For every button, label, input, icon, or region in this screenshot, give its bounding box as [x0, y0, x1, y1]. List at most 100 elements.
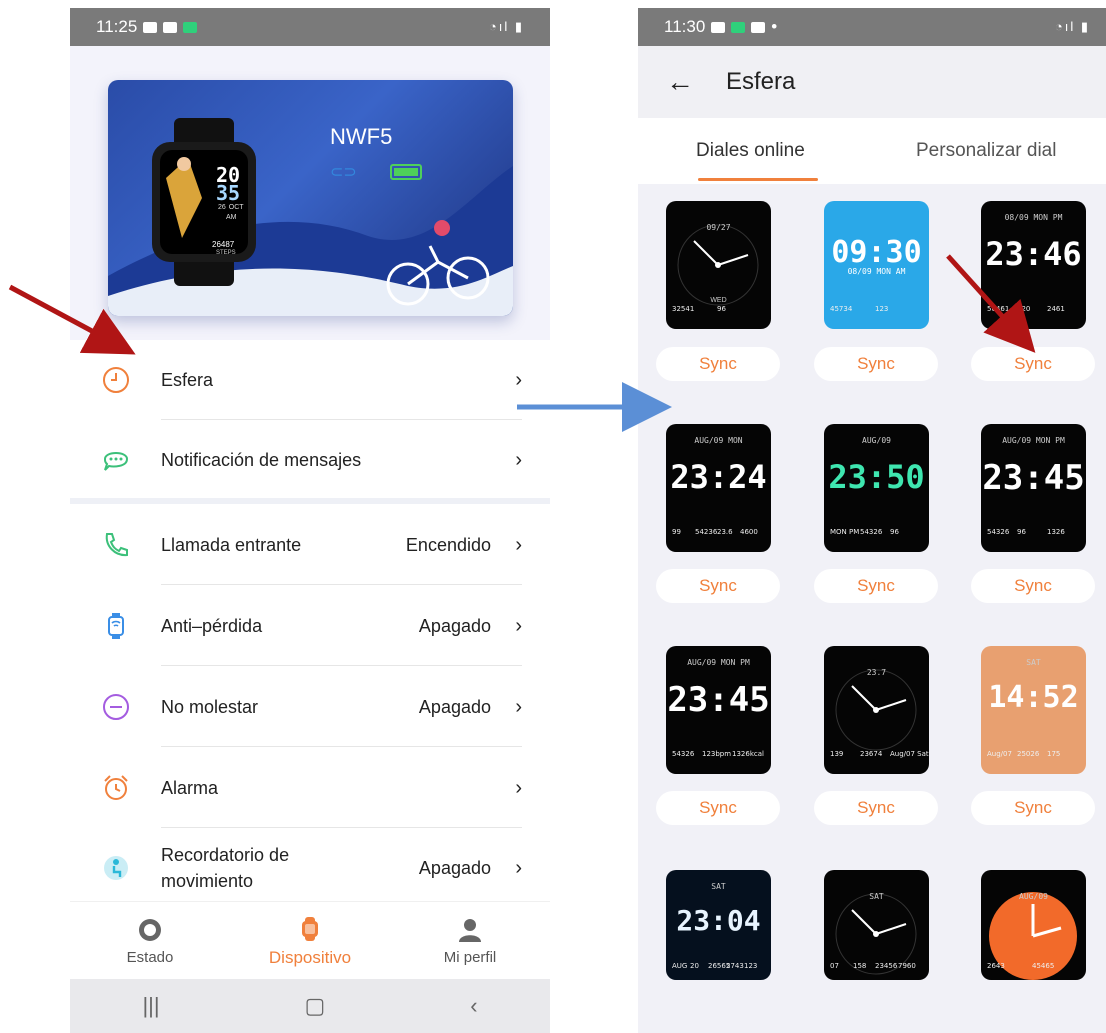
watch-face-preview[interactable]: 23:45 AUG/09 MON PM 54326 123bpm 1326kcal — [666, 646, 771, 774]
dial-stat: 123bpm — [702, 750, 732, 758]
sync-button[interactable]: Sync — [814, 347, 938, 381]
dial-time: 14:52 — [988, 680, 1079, 715]
dial-time: 23:46 — [985, 235, 1082, 273]
smartwatch-image — [152, 118, 256, 286]
tab-label: Mi perfil — [443, 949, 497, 966]
sync-button[interactable]: Sync — [814, 569, 938, 603]
chevron-right-icon: › — [515, 856, 522, 879]
dial-stat: 99 — [672, 528, 681, 536]
sync-button[interactable]: Sync — [656, 347, 780, 381]
dial-stat: 1326kcal — [732, 750, 764, 758]
divider — [161, 746, 522, 747]
sync-button[interactable]: Sync — [971, 569, 1095, 603]
watch-face-preview[interactable]: AUG/09 2643 45465 — [981, 870, 1086, 980]
menu-item-notificacio-n-de-mensajes[interactable]: Notificación de mensajes › — [70, 420, 550, 500]
status-circle-icon — [139, 919, 161, 941]
dial-stat: 7960 — [898, 962, 916, 970]
dial-stat: 07 — [830, 962, 839, 970]
bluetooth-link-icon: ⊂⊃ — [330, 164, 357, 181]
tab-dispositivo[interactable]: Dispositivo — [230, 902, 390, 981]
menu-item-label: Notificación de mensajes — [161, 450, 362, 470]
status-bar: 11:30 • ◔ıl ▮ — [638, 8, 1106, 46]
tab-estado[interactable]: Estado — [70, 902, 230, 981]
menu-item-esfera[interactable]: Esfera › — [70, 340, 550, 420]
home-button[interactable]: ▢ — [305, 993, 326, 1019]
menu-item-label: No molestar — [161, 697, 259, 717]
chevron-right-icon: › — [515, 776, 522, 799]
menu-item-alarma[interactable]: Alarma › — [70, 748, 550, 828]
watch-face-preview[interactable]: 23:46 08/09 MON PM 56461 120 2461 — [981, 201, 1086, 329]
dial-subtext: SAT — [869, 892, 884, 901]
dial-stat: 54236 — [695, 528, 718, 536]
sync-button[interactable]: Sync — [814, 791, 938, 825]
dial-stat: 96 — [890, 528, 899, 536]
dot-icon: • — [771, 17, 778, 36]
watch-face-preview[interactable]: 23:04 SAT AUG 20 26565 2743 123 — [666, 870, 771, 980]
sync-button[interactable]: Sync — [656, 569, 780, 603]
android-nav-bar: ||| ▢ ‹ — [70, 979, 550, 1033]
dial-stat: 158 — [853, 962, 867, 970]
status-time: 11:25 — [96, 17, 138, 36]
phone-screen-device: 11:25 ◔ıl ▮ 20 35 26 OCT AM 26487 STEPS … — [70, 8, 550, 1033]
tab-personalizar-dial[interactable]: Personalizar dial — [916, 140, 1056, 162]
battery-icon — [390, 164, 422, 180]
dial-stat: 54326 — [672, 750, 695, 758]
dial-stat: 139 — [830, 750, 844, 758]
minus-circle-icon — [101, 692, 131, 722]
watch-face-preview[interactable]: 23:50 AUG/09 MON PM 54326 96 — [824, 424, 929, 552]
watch-face-preview[interactable]: 09/27 32541 96 WED — [666, 201, 771, 329]
sync-button[interactable]: Sync — [656, 791, 780, 825]
dial-stat: MON PM — [830, 528, 860, 536]
dial-tabs: Diales online Personalizar dial — [638, 118, 1106, 184]
sync-button[interactable]: Sync — [971, 791, 1095, 825]
chevron-right-icon: › — [515, 614, 522, 637]
phone-icon — [101, 530, 131, 560]
watch-minute: 35 — [216, 181, 241, 205]
dial-stat: 23.6 — [717, 528, 733, 536]
dial-stat: 123 — [875, 305, 889, 313]
dial-subtext: AUG/09 — [862, 436, 891, 445]
divider — [161, 584, 522, 585]
dial-stat: 54326 — [860, 528, 883, 536]
tab-mi-perfil[interactable]: Mi perfil — [390, 902, 550, 981]
chevron-right-icon: › — [515, 695, 522, 718]
menu-item-recordatorio-de-movimiento[interactable]: Recordatorio de movimiento Apagado › — [70, 828, 550, 908]
watch-steps: 26487 — [212, 240, 235, 249]
status-bar: 11:25 ◔ıl ▮ — [70, 8, 550, 46]
dial-stat: 45465 — [1032, 962, 1055, 970]
watch-face-preview[interactable]: 14:52 SAT Aug/07 25026 175 — [981, 646, 1086, 774]
dial-subtext: AUG/09 — [1019, 892, 1048, 901]
chevron-right-icon: › — [515, 368, 522, 391]
watch-face-preview[interactable]: 23:45 AUG/09 MON PM 54326 96 1326 — [981, 424, 1086, 552]
status-time: 11:30 — [664, 17, 706, 36]
menu-item-no-molestar[interactable]: No molestar Apagado › — [70, 667, 550, 747]
menu-item-value: Encendido — [405, 534, 491, 555]
dial-stat: 56461 — [987, 305, 1010, 313]
recent-apps-button[interactable]: ||| — [142, 993, 159, 1019]
dial-subtext: 23.7 — [866, 668, 887, 677]
back-nav-button[interactable]: ‹ — [470, 993, 477, 1019]
fitness-notification-icon — [183, 21, 198, 33]
dial-stat: 45734 — [830, 305, 853, 313]
watch-face-preview[interactable]: 23:24 AUG/09 MON 99 54236 23.6 4600 — [666, 424, 771, 552]
gallery-notification-icon — [751, 21, 766, 33]
dial-subtext: SAT — [711, 882, 726, 891]
watch-face-preview[interactable]: 09:30 08/09 MON AM 45734 123 — [824, 201, 929, 329]
menu-item-llamada-entrante[interactable]: Llamada entrante Encendido › — [70, 505, 550, 585]
menu-item-label: Llamada entrante — [161, 535, 302, 555]
dial-stat: 2643 — [987, 962, 1005, 970]
dial-stat: 4600 — [740, 528, 758, 536]
phone-screen-dials: 11:30 • ◔ıl ▮ ← Esfera Diales online Per… — [638, 8, 1106, 1033]
menu-item-anti-pe-rdida[interactable]: Anti–pérdida Apagado › — [70, 586, 550, 666]
back-arrow-icon[interactable]: ← — [666, 66, 694, 98]
sync-button[interactable]: Sync — [971, 347, 1095, 381]
divider — [161, 665, 522, 666]
dial-time: 23:04 — [676, 904, 761, 937]
tab-diales-online[interactable]: Diales online — [696, 140, 805, 162]
watch-face-preview[interactable]: 23.7 139 23674 Aug/07 Sat — [824, 646, 929, 774]
dial-stat: 20 — [690, 962, 699, 970]
watch-face-preview[interactable]: SAT 07 158 23456 7960 — [824, 870, 929, 980]
dial-stat: 123 — [744, 962, 758, 970]
person-icon — [459, 919, 481, 942]
dial-stat: 23674 — [860, 750, 883, 758]
